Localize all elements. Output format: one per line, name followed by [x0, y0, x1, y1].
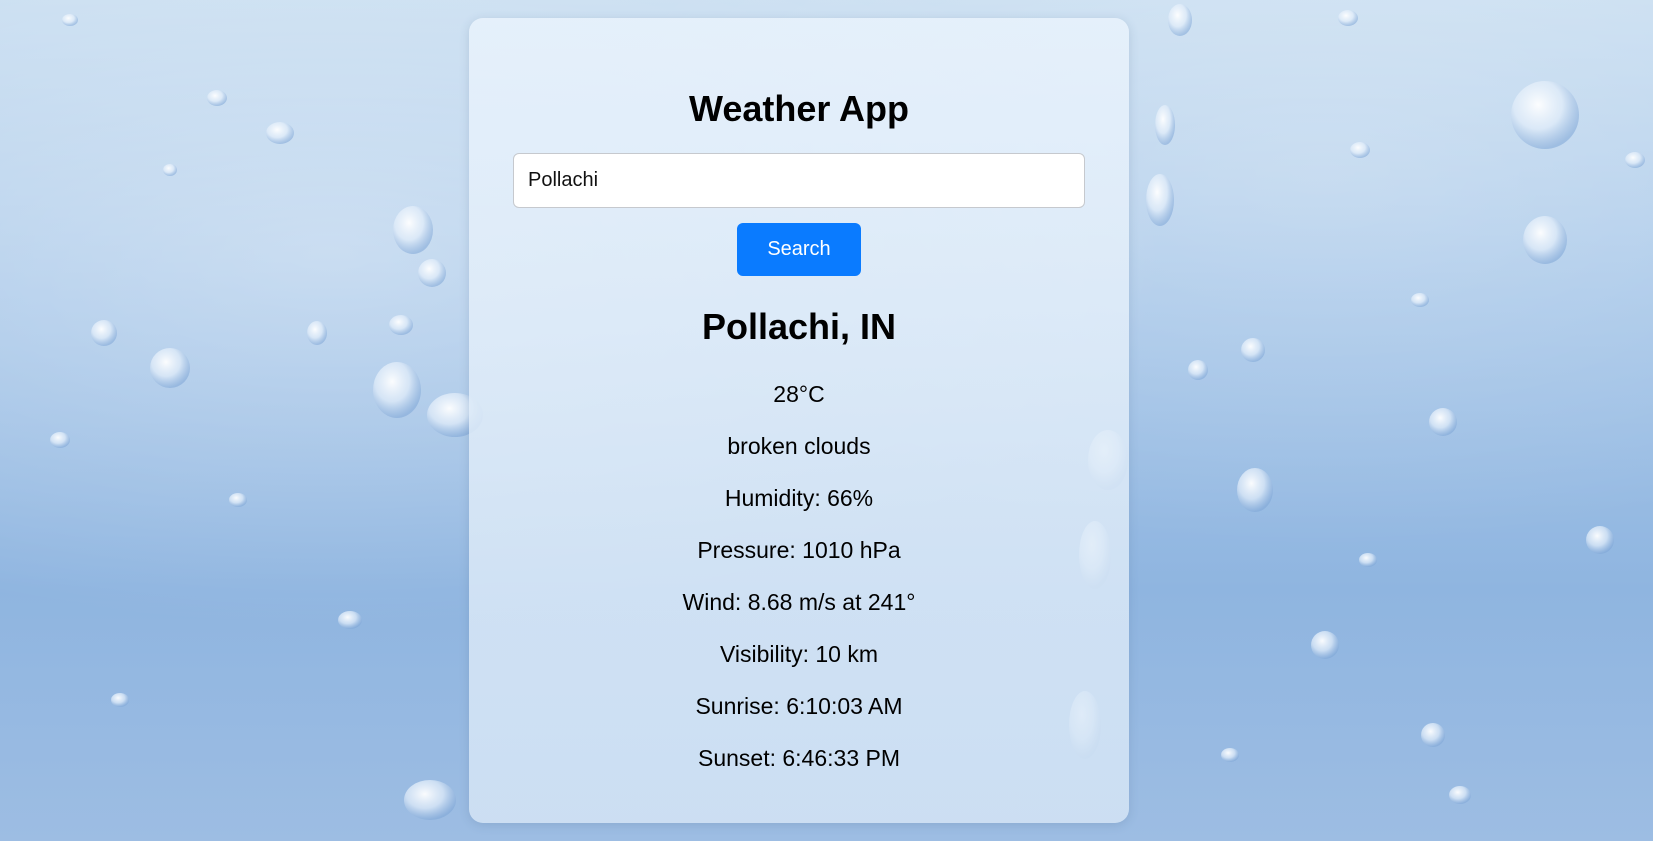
- sunset-value: Sunset: 6:46:33 PM: [697, 745, 900, 771]
- humidity-value: Humidity: 66%: [724, 485, 874, 511]
- wind-value: Wind: 8.68 m/s at 241°: [682, 589, 916, 615]
- temperature-value: 28°C: [773, 381, 825, 407]
- pressure-value: Pressure: 1010 hPa: [697, 537, 901, 563]
- visibility-value: Visibility: 10 km: [719, 641, 879, 667]
- search-button[interactable]: Search: [737, 223, 861, 276]
- sunrise-value: Sunrise: 6:10:03 AM: [695, 693, 903, 719]
- location-heading: Pollachi, IN: [701, 306, 897, 347]
- weather-card: Weather App Search Pollachi, IN 28°C bro…: [469, 18, 1129, 823]
- weather-description: broken clouds: [727, 433, 871, 459]
- app-title: Weather App: [688, 88, 910, 129]
- city-search-input[interactable]: [513, 153, 1085, 208]
